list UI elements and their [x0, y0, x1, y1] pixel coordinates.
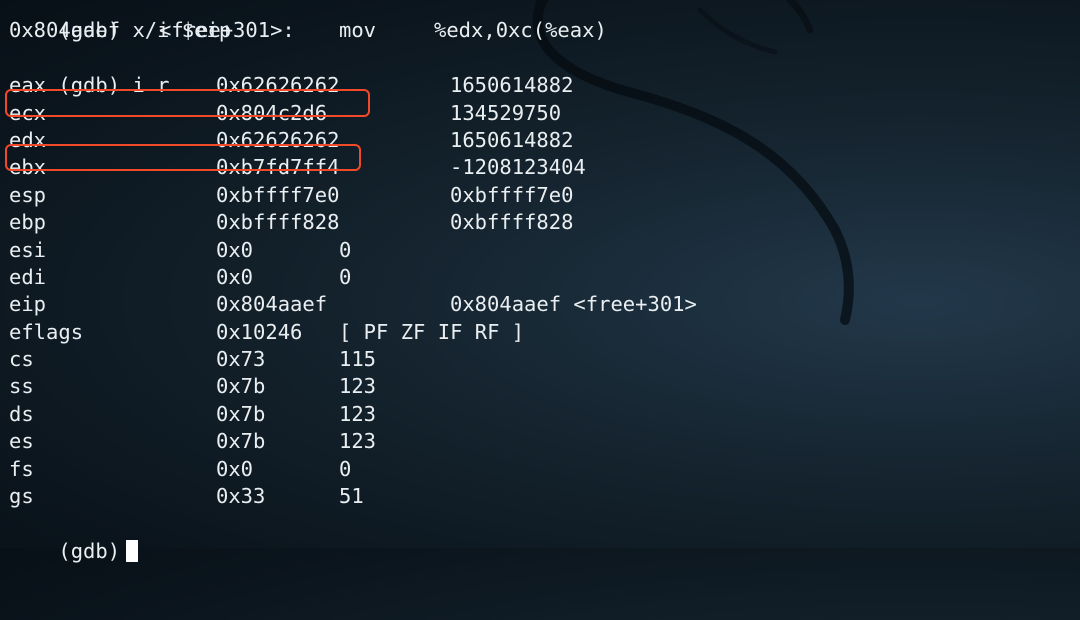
command-line: (gdb) i r [9, 45, 1074, 97]
register-name: edi [9, 264, 47, 289]
gdb-prompt: (gdb) [58, 538, 121, 563]
register-name: ds [9, 401, 34, 426]
gdb-terminal[interactable]: (gdb) x/i $eip 0x804aaef <free+301>: mov… [9, 0, 1074, 563]
register-name: esp [9, 182, 47, 207]
register-row: esi 0x0 0 [9, 237, 1074, 264]
disasm-operands: %edx,0xc(%eax) [434, 18, 607, 43]
register-value: 123 [339, 401, 377, 426]
register-value: 123 [339, 374, 377, 399]
register-row: fs 0x0 0 [9, 456, 1074, 483]
register-name: esi [9, 237, 47, 262]
register-hex: 0x804aaef [216, 292, 328, 317]
register-value: 115 [339, 347, 377, 372]
disasm-address: 0x804aaef [9, 18, 121, 43]
register-hex: 0xbffff7e0 [216, 182, 340, 207]
disassembly-line: 0x804aaef <free+301>: mov %edx,0xc(%eax) [9, 17, 1074, 44]
register-row: ss 0x7b 123 [9, 373, 1074, 400]
register-row: cs 0x73 115 [9, 346, 1074, 373]
register-value: 0 [339, 264, 352, 289]
register-hex: 0x7b [216, 429, 266, 454]
register-row: eflags 0x10246 [ PF ZF IF RF ] [9, 319, 1074, 346]
register-value: 0 [339, 456, 352, 481]
register-value: 0 [339, 237, 352, 262]
disasm-symbol: <free+301>: [159, 18, 295, 43]
register-hex: 0x0 [216, 456, 254, 481]
register-value: 0xbffff7e0 [450, 182, 574, 207]
register-hex: 0xbffff828 [216, 210, 340, 235]
register-hex: 0x0 [216, 237, 254, 262]
text-cursor [126, 539, 139, 562]
register-name: ebp [9, 210, 47, 235]
register-name: ss [9, 374, 34, 399]
register-hex: 0x7b [216, 374, 266, 399]
register-value: [ PF ZF IF RF ] [339, 319, 525, 344]
register-row: ebp 0xbffff828 0xbffff828 [9, 209, 1074, 236]
register-value: 0x804aaef <free+301> [450, 292, 697, 317]
register-hex: 0x0 [216, 264, 254, 289]
register-name: gs [9, 484, 34, 509]
register-hex: 0x73 [216, 347, 266, 372]
register-hex: 0x7b [216, 401, 266, 426]
register-value: 1650614882 [450, 73, 574, 98]
register-hex: 0x10246 [216, 319, 303, 344]
register-name: cs [9, 347, 34, 372]
register-value: 1650614882 [450, 127, 574, 152]
register-hex: 0x33 [216, 484, 266, 509]
register-value: -1208123404 [450, 155, 586, 180]
input-line[interactable]: (gdb) [9, 510, 1074, 563]
register-row: gs 0x33 51 [9, 483, 1074, 510]
register-row: es 0x7b 123 [9, 428, 1074, 455]
register-row: esp 0xbffff7e0 0xbffff7e0 [9, 182, 1074, 209]
highlight-box-eax [5, 89, 370, 117]
register-row: eip 0x804aaef 0x804aaef <free+301> [9, 291, 1074, 318]
register-row: ds 0x7b 123 [9, 401, 1074, 428]
highlight-box-edx [5, 144, 361, 171]
command-line: (gdb) x/i $eip [9, 0, 1074, 42]
register-name: fs [9, 456, 34, 481]
register-name: eflags [9, 319, 84, 344]
register-name: eip [9, 292, 47, 317]
disasm-mnemonic: mov [339, 18, 377, 43]
register-name: es [9, 429, 34, 454]
register-value: 134529750 [450, 100, 562, 125]
register-value: 51 [339, 484, 364, 509]
register-value: 123 [339, 429, 377, 454]
register-row: edi 0x0 0 [9, 264, 1074, 291]
register-value: 0xbffff828 [450, 210, 574, 235]
